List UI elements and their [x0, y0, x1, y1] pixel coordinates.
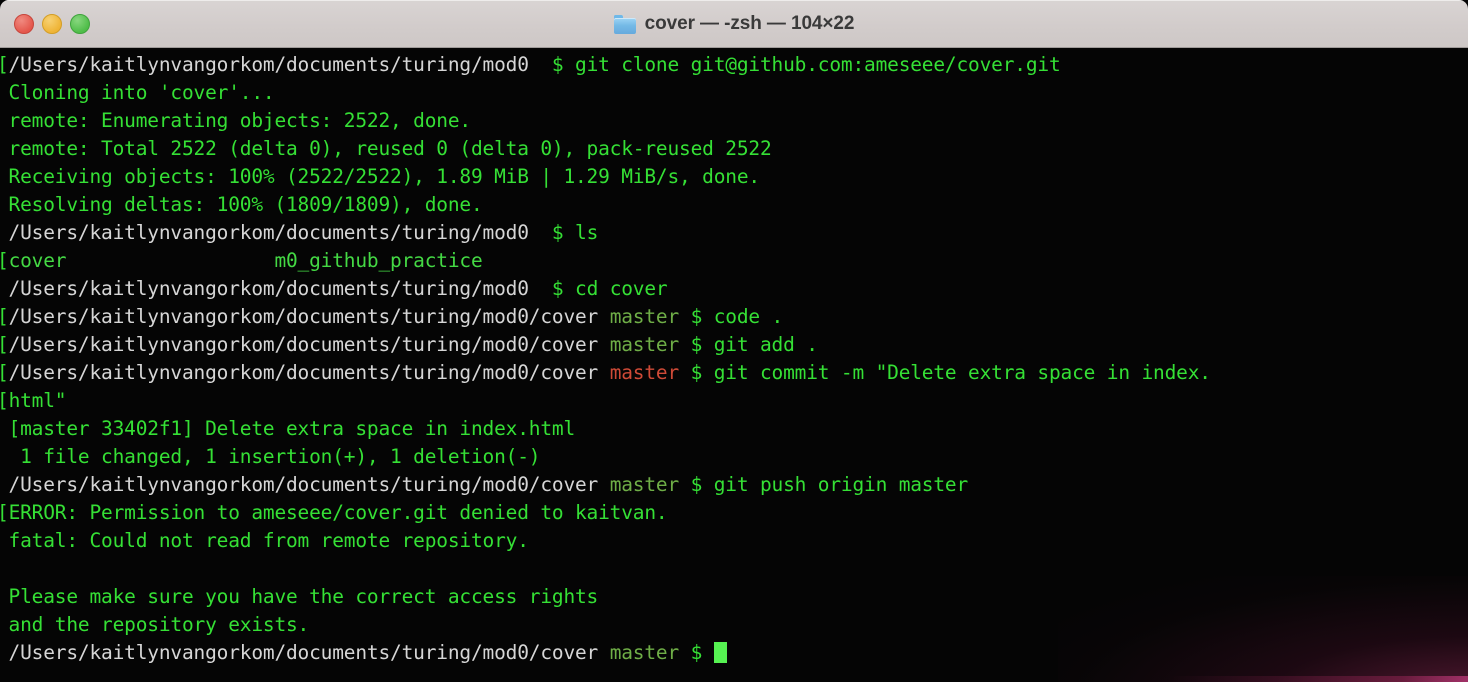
close-button[interactable]: [14, 14, 34, 34]
zoom-button[interactable]: [70, 14, 90, 34]
terminal-text-segment: /Users/kaitlynvangorkom/documents/turing…: [8, 361, 610, 384]
line-06-resolving: Resolving deltas: 100% (1809/1809), done…: [0, 191, 1468, 219]
terminal-text-segment: $ git add .: [690, 333, 818, 356]
clipped-bracket-glyph: [: [0, 389, 9, 412]
terminal-text-segment: $ git clone git@github.com:ameseee/cover…: [551, 53, 1061, 76]
terminal-text-segment: /Users/kaitlynvangorkom/documents/turing…: [8, 305, 610, 328]
window-title: cover — -zsh — 104×22: [644, 13, 855, 34]
terminal-text-segment: master: [609, 305, 691, 328]
line-03-enumerating: remote: Enumerating objects: 2522, done.: [0, 107, 1468, 135]
line-09-prompt-cd-cover: /Users/kaitlynvangorkom/documents/turing…: [0, 275, 1468, 303]
terminal-text-segment: /Users/kaitlynvangorkom/documents/turing…: [8, 333, 610, 356]
terminal-text-segment: /Users/kaitlynvangorkom/documents/turing…: [0, 641, 610, 664]
terminal-text-segment: remote: Total 2522 (delta 0), reused 0 (…: [0, 137, 772, 160]
terminal-text-segment: Cloning into 'cover'...: [0, 81, 275, 104]
terminal-text-segment: cover m0_github_practice: [8, 249, 483, 272]
terminal-text-segment: html": [8, 389, 67, 412]
minimize-button[interactable]: [42, 14, 62, 34]
terminal-text-segment: $ cd cover: [551, 277, 668, 300]
terminal-text-segment: ERROR: Permission to ameseee/cover.git d…: [8, 501, 668, 524]
window-title-group: cover — -zsh — 104×22: [0, 0, 1468, 48]
terminal-text-segment: Resolving deltas: 100% (1809/1809), done…: [0, 193, 483, 216]
terminal-text-segment: /Users/kaitlynvangorkom/documents/turing…: [0, 221, 552, 244]
clipped-bracket-glyph: [: [0, 249, 9, 272]
terminal-text-segment: $ git push origin master: [690, 473, 969, 496]
clipped-bracket-glyph: [: [0, 53, 9, 76]
line-02-cloning: Cloning into 'cover'...: [0, 79, 1468, 107]
terminal-text-segment: master: [609, 473, 691, 496]
terminal-text-segment: $ ls: [551, 221, 599, 244]
line-10-prompt-code-dot: [/Users/kaitlynvangorkom/documents/turin…: [0, 303, 1468, 331]
line-20-please-make-sure: Please make sure you have the correct ac…: [0, 583, 1468, 611]
terminal-cursor[interactable]: [713, 642, 727, 663]
line-14-commit-result: [master 33402f1] Delete extra space in i…: [0, 415, 1468, 443]
terminal-text-segment: master: [609, 641, 691, 664]
terminal-text-segment: /Users/kaitlynvangorkom/documents/turing…: [8, 53, 552, 76]
clipped-bracket-glyph: [: [0, 333, 9, 356]
line-12-prompt-git-commit: [/Users/kaitlynvangorkom/documents/turin…: [0, 359, 1468, 387]
terminal-text-segment: $ code .: [690, 305, 784, 328]
clipped-bracket-glyph: [: [0, 361, 9, 384]
line-07-prompt-ls: /Users/kaitlynvangorkom/documents/turing…: [0, 219, 1468, 247]
line-21-and-repo-exists: and the repository exists.: [0, 611, 1468, 639]
terminal-text-segment: Please make sure you have the correct ac…: [0, 585, 599, 608]
line-11-prompt-git-add: [/Users/kaitlynvangorkom/documents/turin…: [0, 331, 1468, 359]
terminal-window: cover — -zsh — 104×22 [/Users/kaitlynvan…: [0, 0, 1468, 682]
terminal-text-segment: Receiving objects: 100% (2522/2522), 1.8…: [0, 165, 761, 188]
line-19-blank: [0, 555, 1468, 583]
line-15-commit-stats: 1 file changed, 1 insertion(+), 1 deleti…: [0, 443, 1468, 471]
line-17-error-permission: [ERROR: Permission to ameseee/cover.git …: [0, 499, 1468, 527]
terminal-text-segment: master: [609, 361, 691, 384]
terminal-text-segment: 1 file changed, 1 insertion(+), 1 deleti…: [0, 445, 541, 468]
terminal-text-segment: and the repository exists.: [0, 613, 310, 636]
clipped-bracket-glyph: [: [0, 501, 9, 524]
folder-icon: [613, 14, 636, 34]
line-05-receiving: Receiving objects: 100% (2522/2522), 1.8…: [0, 163, 1468, 191]
terminal-text-segment: [master 33402f1] Delete extra space in i…: [0, 417, 576, 440]
line-22-final-prompt: /Users/kaitlynvangorkom/documents/turing…: [0, 639, 1468, 667]
line-18-fatal: fatal: Could not read from remote reposi…: [0, 527, 1468, 555]
terminal-viewport[interactable]: [/Users/kaitlynvangorkom/documents/turin…: [0, 48, 1468, 682]
terminal-text-segment: fatal: Could not read from remote reposi…: [0, 529, 529, 552]
terminal-text-segment: $ git commit -m "Delete extra space in i…: [690, 361, 1211, 384]
terminal-text-segment: remote: Enumerating objects: 2522, done.: [0, 109, 472, 132]
line-04-remote-total: remote: Total 2522 (delta 0), reused 0 (…: [0, 135, 1468, 163]
line-13-commit-wrap: [html": [0, 387, 1468, 415]
traffic-light-group: [14, 0, 90, 48]
terminal-screen[interactable]: [/Users/kaitlynvangorkom/documents/turin…: [0, 51, 1468, 667]
line-08-ls-output: [cover m0_github_practice: [0, 247, 1468, 275]
line-16-prompt-git-push: /Users/kaitlynvangorkom/documents/turing…: [0, 471, 1468, 499]
line-01-prompt-git-clone: [/Users/kaitlynvangorkom/documents/turin…: [0, 51, 1468, 79]
terminal-text-segment: /Users/kaitlynvangorkom/documents/turing…: [0, 473, 610, 496]
terminal-text-segment: master: [609, 333, 691, 356]
clipped-bracket-glyph: [: [0, 305, 9, 328]
background-glow-edge: [1168, 676, 1468, 682]
terminal-text-segment: $: [690, 641, 714, 664]
window-titlebar[interactable]: cover — -zsh — 104×22: [0, 0, 1468, 48]
terminal-text-segment: /Users/kaitlynvangorkom/documents/turing…: [0, 277, 552, 300]
